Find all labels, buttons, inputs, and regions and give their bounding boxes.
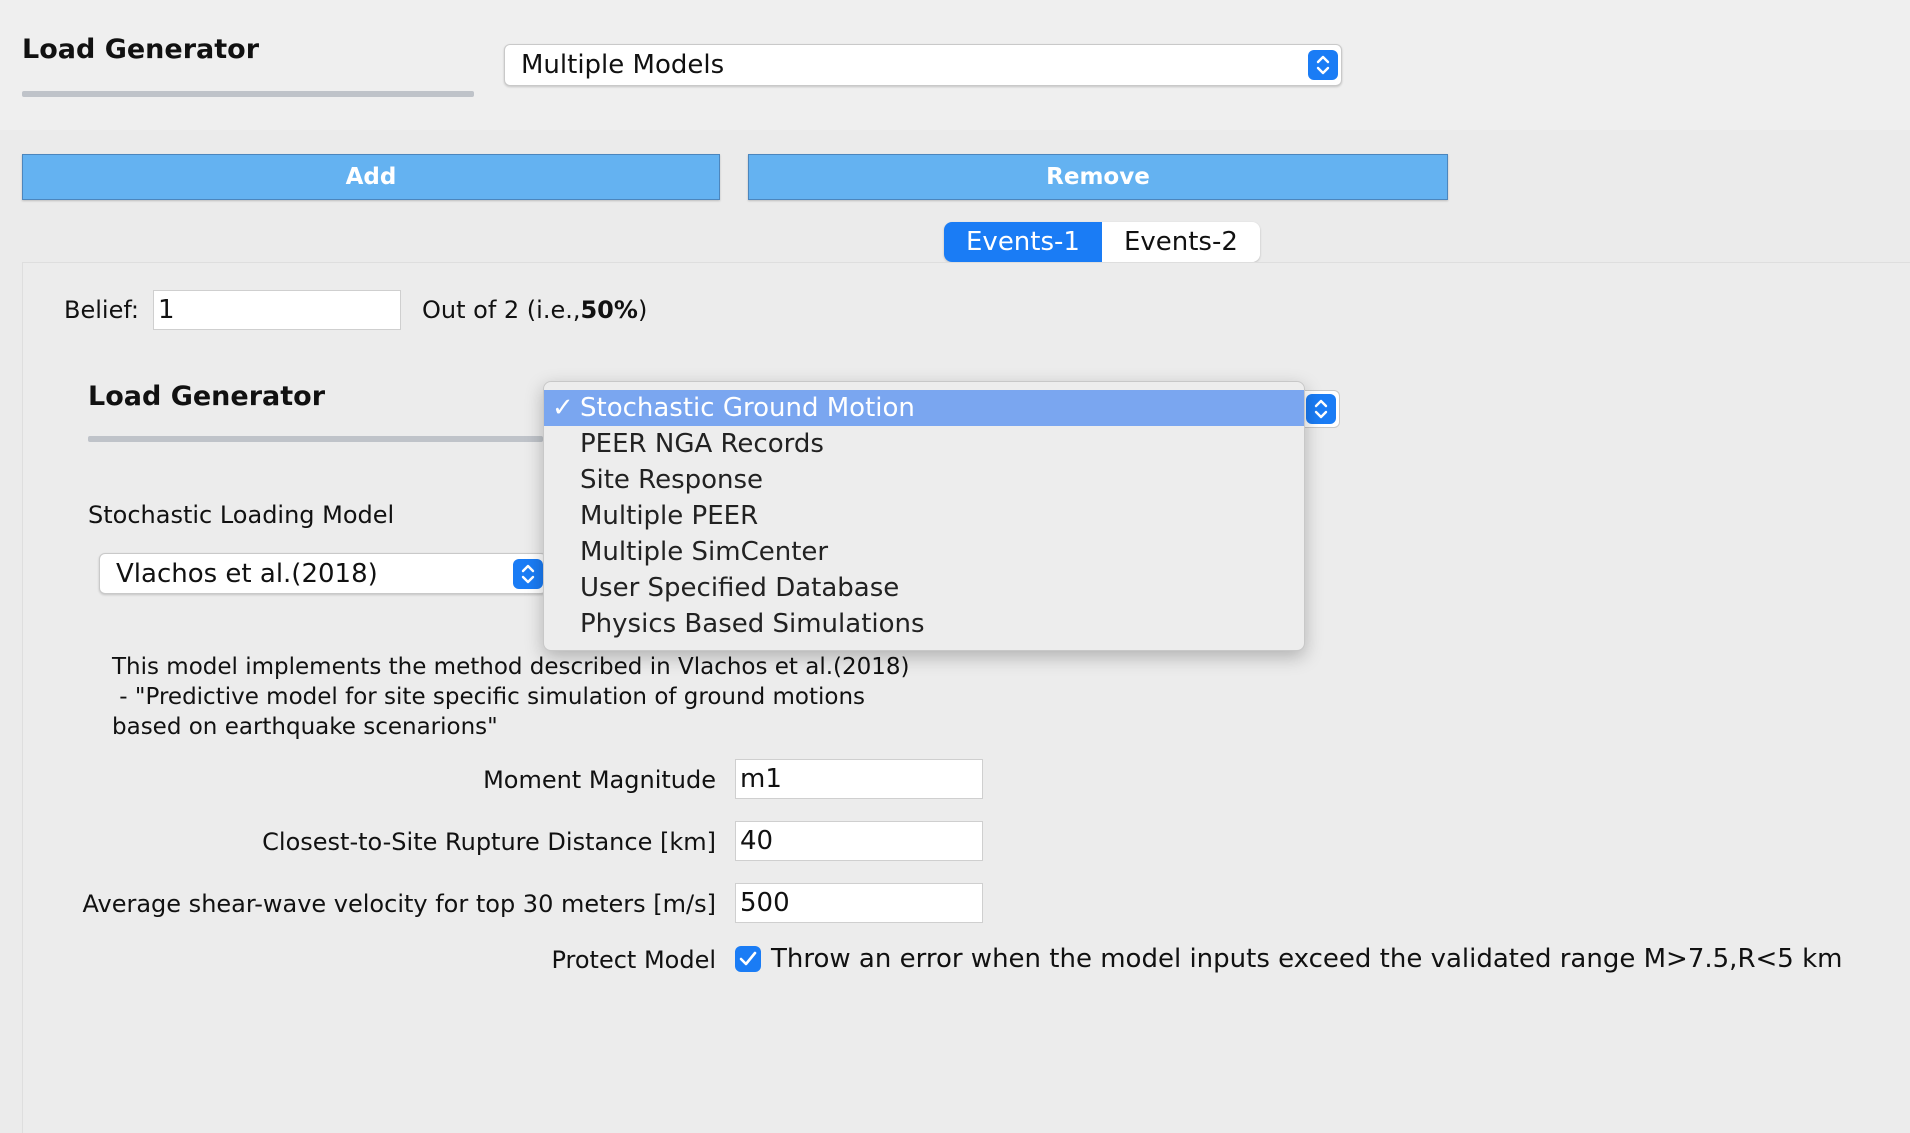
belief-out-of-text: Out of 2 (i.e.,50%) bbox=[422, 296, 647, 324]
load-generator-dropdown-menu: ✓ Stochastic Ground Motion PEER NGA Recor… bbox=[543, 381, 1305, 651]
moment-magnitude-label: Moment Magnitude bbox=[483, 766, 716, 794]
rupture-distance-label: Closest-to-Site Rupture Distance [km] bbox=[262, 828, 716, 856]
dropdown-item-label: Multiple PEER bbox=[580, 501, 759, 531]
add-button[interactable]: Add bbox=[22, 154, 720, 200]
moment-magnitude-input[interactable]: m1 bbox=[735, 759, 983, 799]
dropdown-item-label: Physics Based Simulations bbox=[580, 609, 925, 639]
tab-events-1[interactable]: Events-1 bbox=[944, 222, 1102, 262]
dropdown-item[interactable]: Multiple PEER bbox=[544, 498, 1304, 534]
belief-input[interactable]: 1 bbox=[153, 290, 401, 330]
chevron-updown-icon bbox=[1308, 50, 1338, 80]
model-description: This model implements the method describ… bbox=[112, 654, 910, 740]
dropdown-item[interactable]: User Specified Database bbox=[544, 570, 1304, 606]
load-generator-select-value: Multiple Models bbox=[521, 50, 725, 80]
shear-wave-velocity-label: Average shear-wave velocity for top 30 m… bbox=[82, 890, 717, 918]
remove-button[interactable]: Remove bbox=[748, 154, 1448, 200]
belief-percent: 50% bbox=[580, 296, 638, 324]
belief-close-paren: ) bbox=[637, 296, 648, 324]
chevron-updown-icon bbox=[1306, 394, 1336, 424]
protect-model-text: Throw an error when the model inputs exc… bbox=[771, 944, 1843, 974]
inner-title-underline bbox=[88, 436, 543, 442]
dropdown-item-label: Multiple SimCenter bbox=[580, 537, 829, 567]
dropdown-item[interactable]: PEER NGA Records bbox=[544, 426, 1304, 462]
shear-wave-velocity-input[interactable]: 500 bbox=[735, 883, 983, 923]
tab-events-2[interactable]: Events-2 bbox=[1101, 222, 1260, 262]
protect-model-checkbox[interactable] bbox=[735, 946, 761, 972]
rupture-distance-input[interactable]: 40 bbox=[735, 821, 983, 861]
dropdown-item[interactable]: Physics Based Simulations bbox=[544, 606, 1304, 642]
stochastic-model-label: Stochastic Loading Model bbox=[88, 501, 395, 529]
stochastic-model-select[interactable]: Vlachos et al.(2018) bbox=[99, 553, 547, 594]
inner-select-edge[interactable] bbox=[1304, 390, 1340, 428]
dropdown-item[interactable]: ✓ Stochastic Ground Motion bbox=[544, 390, 1304, 426]
stochastic-model-value: Vlachos et al.(2018) bbox=[116, 558, 378, 589]
check-icon bbox=[739, 951, 757, 966]
load-generator-select[interactable]: Multiple Models bbox=[504, 44, 1342, 86]
title-underline bbox=[22, 91, 474, 97]
inner-title: Load Generator bbox=[88, 381, 326, 412]
page-title: Load Generator bbox=[22, 34, 260, 65]
dropdown-item[interactable]: Site Response bbox=[544, 462, 1304, 498]
checkmark-icon: ✓ bbox=[552, 393, 574, 423]
dropdown-item[interactable]: Multiple SimCenter bbox=[544, 534, 1304, 570]
belief-label: Belief: bbox=[64, 296, 140, 324]
dropdown-item-label: Site Response bbox=[580, 465, 764, 495]
dropdown-item-label: Stochastic Ground Motion bbox=[580, 393, 915, 423]
chevron-updown-icon bbox=[513, 558, 543, 589]
dropdown-item-label: User Specified Database bbox=[580, 573, 900, 603]
dropdown-item-label: PEER NGA Records bbox=[580, 429, 824, 459]
protect-model-label: Protect Model bbox=[551, 946, 716, 974]
events-tabs: Events-1 Events-2 bbox=[944, 222, 1260, 262]
belief-out-of-prefix: Out of 2 (i.e., bbox=[422, 296, 581, 324]
